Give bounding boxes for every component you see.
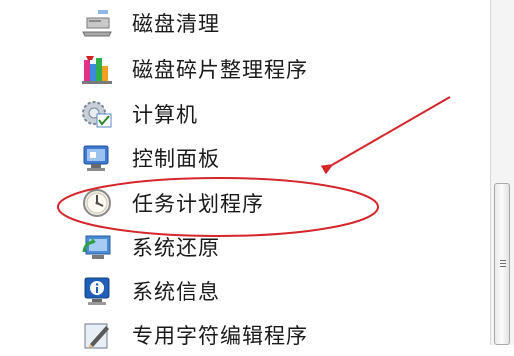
annotation-overlay	[57, 96, 451, 237]
pointer-arrow	[320, 96, 451, 175]
highlight-ellipse	[57, 177, 379, 237]
